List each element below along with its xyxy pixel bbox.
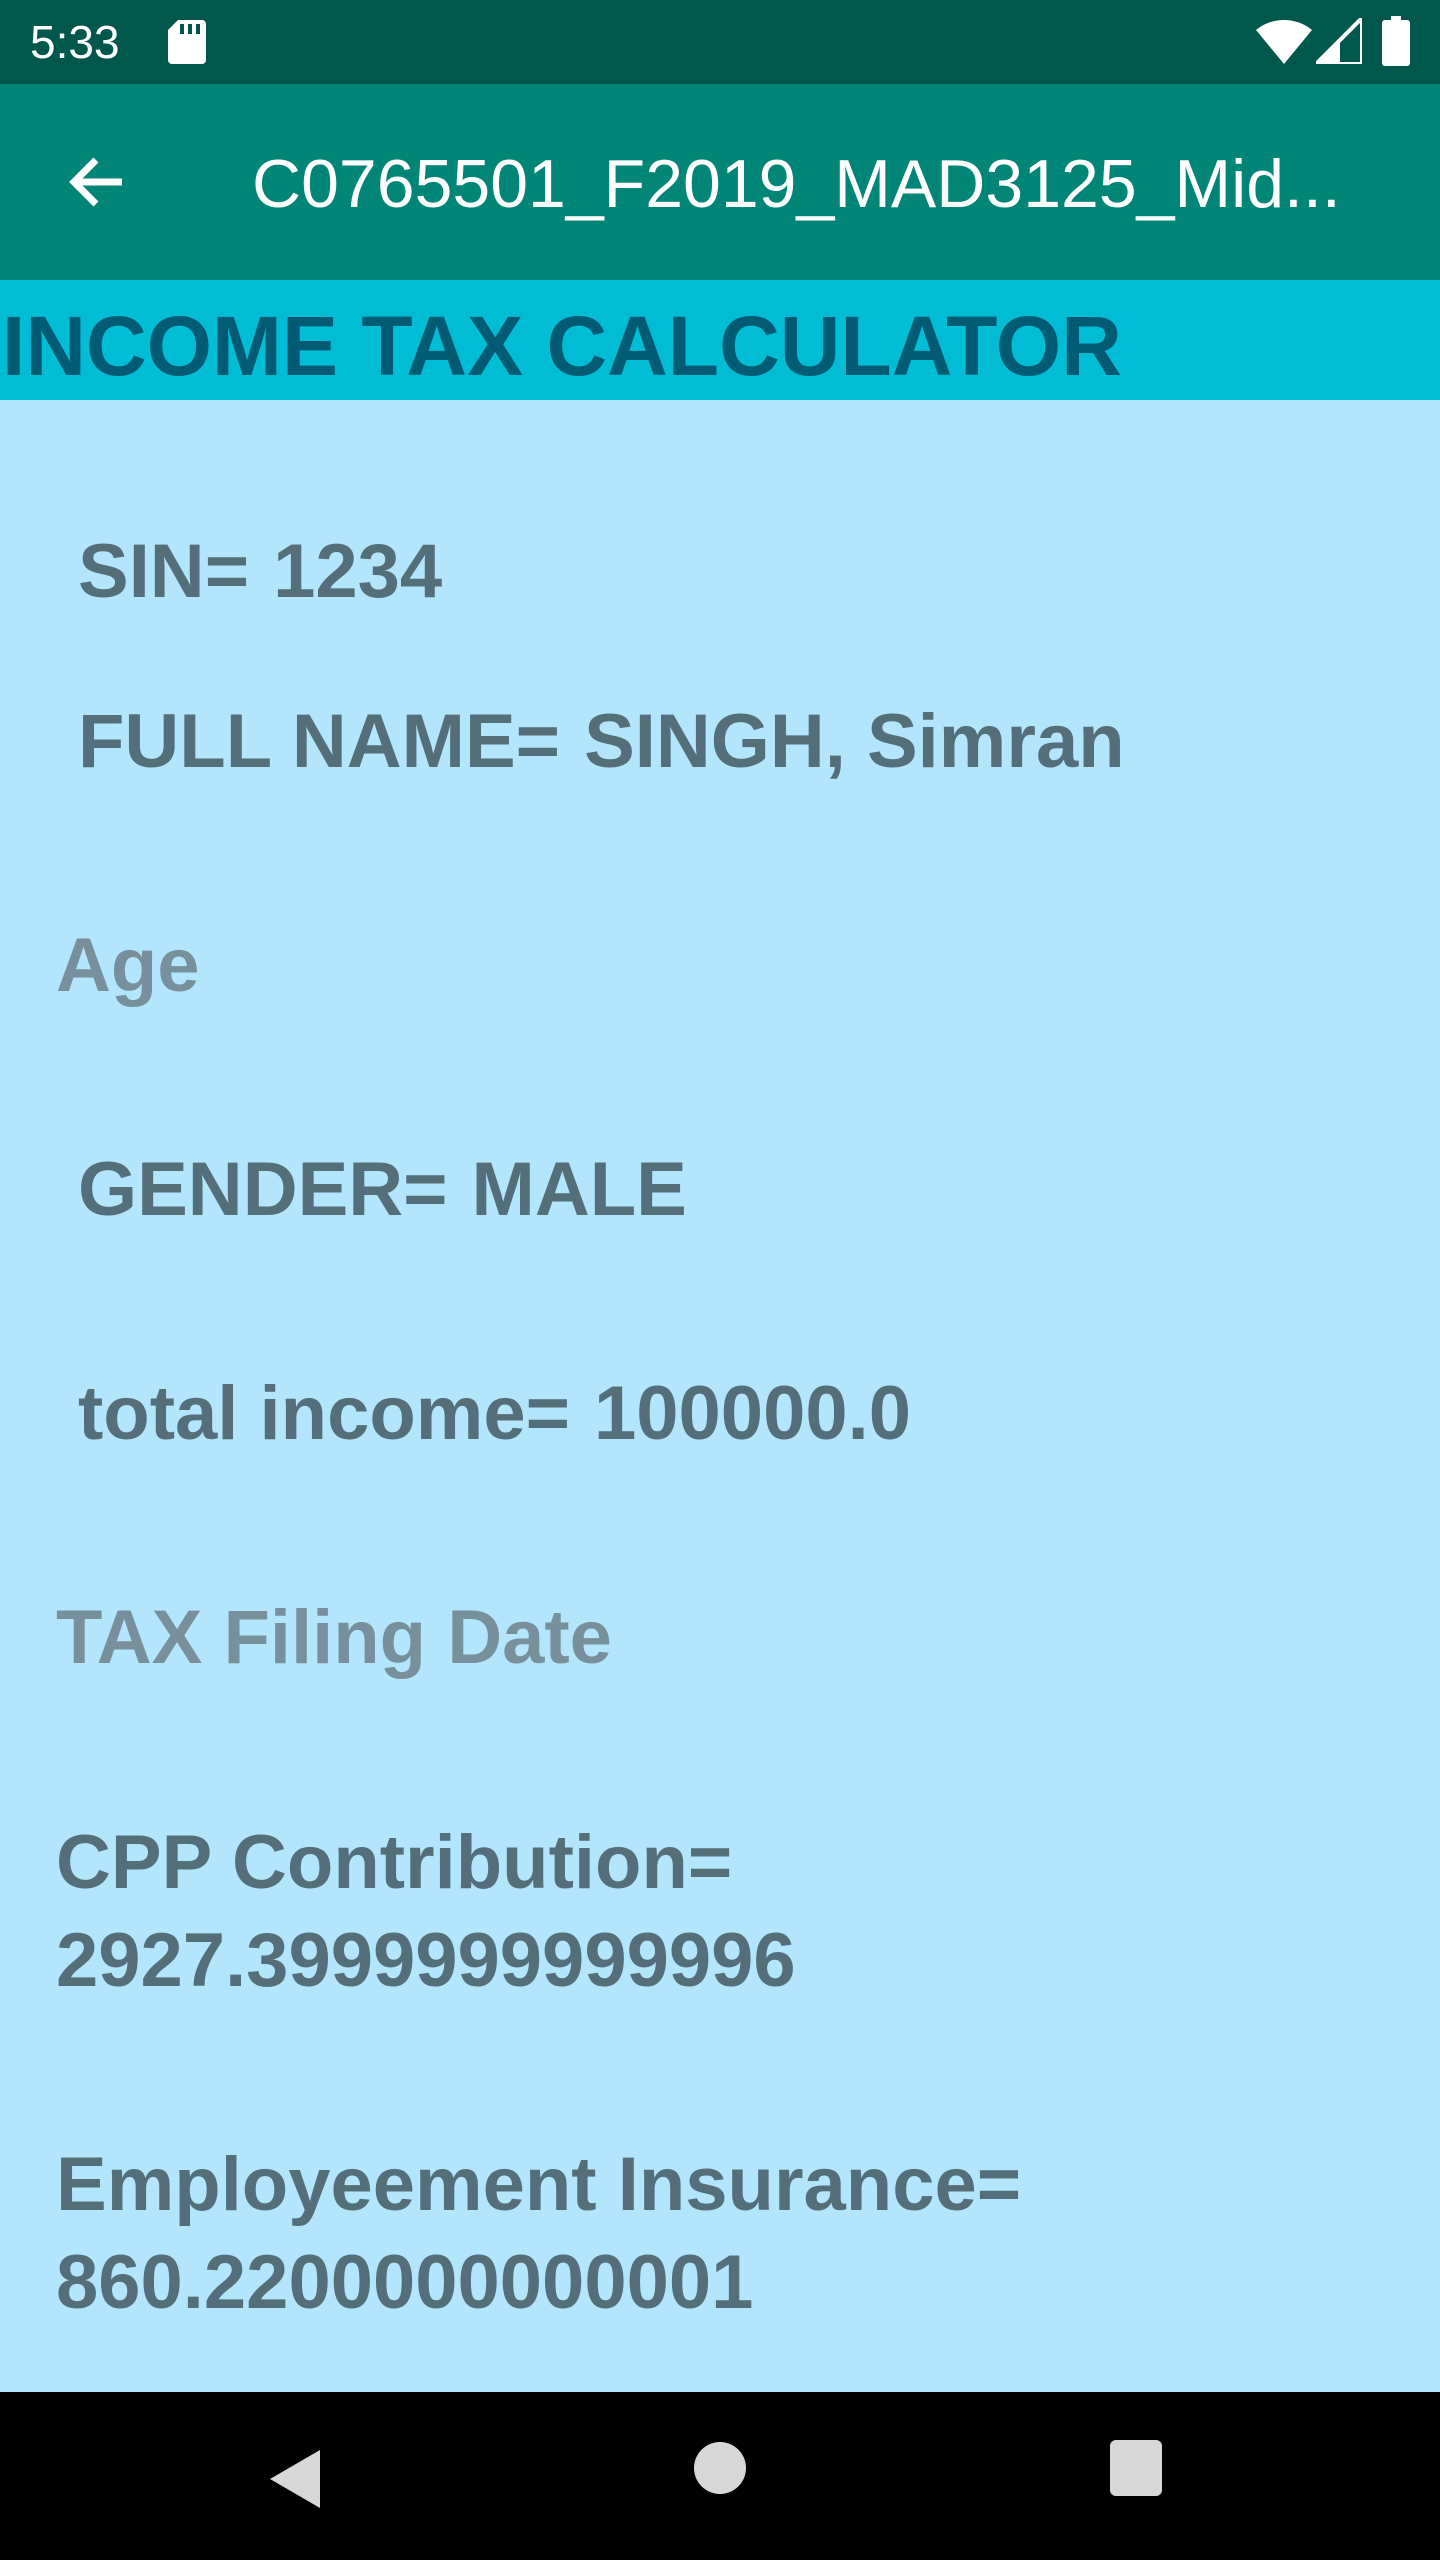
- back-button[interactable]: [42, 128, 150, 236]
- wifi-icon: [1256, 20, 1312, 64]
- cpp-row: CPP Contribution= 2927.3999999999996: [56, 1814, 796, 2010]
- status-time: 5:33: [30, 16, 120, 68]
- arrow-left-icon: [69, 157, 122, 207]
- signal-icon: [1316, 18, 1362, 64]
- header-banner: INCOME TAX CALCULATOR: [0, 280, 1440, 400]
- full-name-value: SINGH, Simran: [584, 699, 1125, 784]
- nav-home-icon[interactable]: [694, 2442, 746, 2494]
- sin-row: SIN= 1234: [78, 526, 442, 618]
- full-name-row: FULL NAME= SINGH, Simran: [78, 696, 1125, 788]
- sin-label: SIN=: [78, 529, 250, 614]
- full-name-label: FULL NAME=: [78, 699, 561, 784]
- ei-value: 860.2200000000001: [56, 2240, 754, 2325]
- tax-filing-date-field[interactable]: TAX Filing Date: [56, 1592, 612, 1684]
- gender-value: MALE: [471, 1147, 687, 1232]
- nav-back-icon[interactable]: [270, 2444, 350, 2514]
- battery-icon: [1382, 16, 1410, 66]
- app-title: C0765501_F2019_MAD3125_Mid...: [252, 146, 1341, 222]
- sd-card-icon: [168, 20, 206, 64]
- cpp-value: 2927.3999999999996: [56, 1918, 796, 2003]
- age-field[interactable]: Age: [56, 920, 200, 1012]
- navigation-bar: [0, 2392, 1440, 2560]
- income-label: total income=: [78, 1371, 570, 1456]
- income-row: total income= 100000.0: [78, 1368, 911, 1460]
- app-bar: C0765501_F2019_MAD3125_Mid...: [0, 84, 1440, 280]
- status-bar: 5:33: [0, 0, 1440, 84]
- ei-row: Employeement Insurance= 860.220000000000…: [56, 2136, 1021, 2332]
- nav-recents-icon[interactable]: [1110, 2440, 1162, 2496]
- gender-row: GENDER= MALE: [78, 1144, 687, 1236]
- page-title: INCOME TAX CALCULATOR: [2, 299, 1122, 393]
- gender-label: GENDER=: [78, 1147, 448, 1232]
- ei-label: Employeement Insurance=: [56, 2142, 1022, 2227]
- cpp-label: CPP Contribution=: [56, 1820, 733, 1905]
- sin-value: 1234: [273, 529, 443, 614]
- income-value: 100000.0: [594, 1371, 911, 1456]
